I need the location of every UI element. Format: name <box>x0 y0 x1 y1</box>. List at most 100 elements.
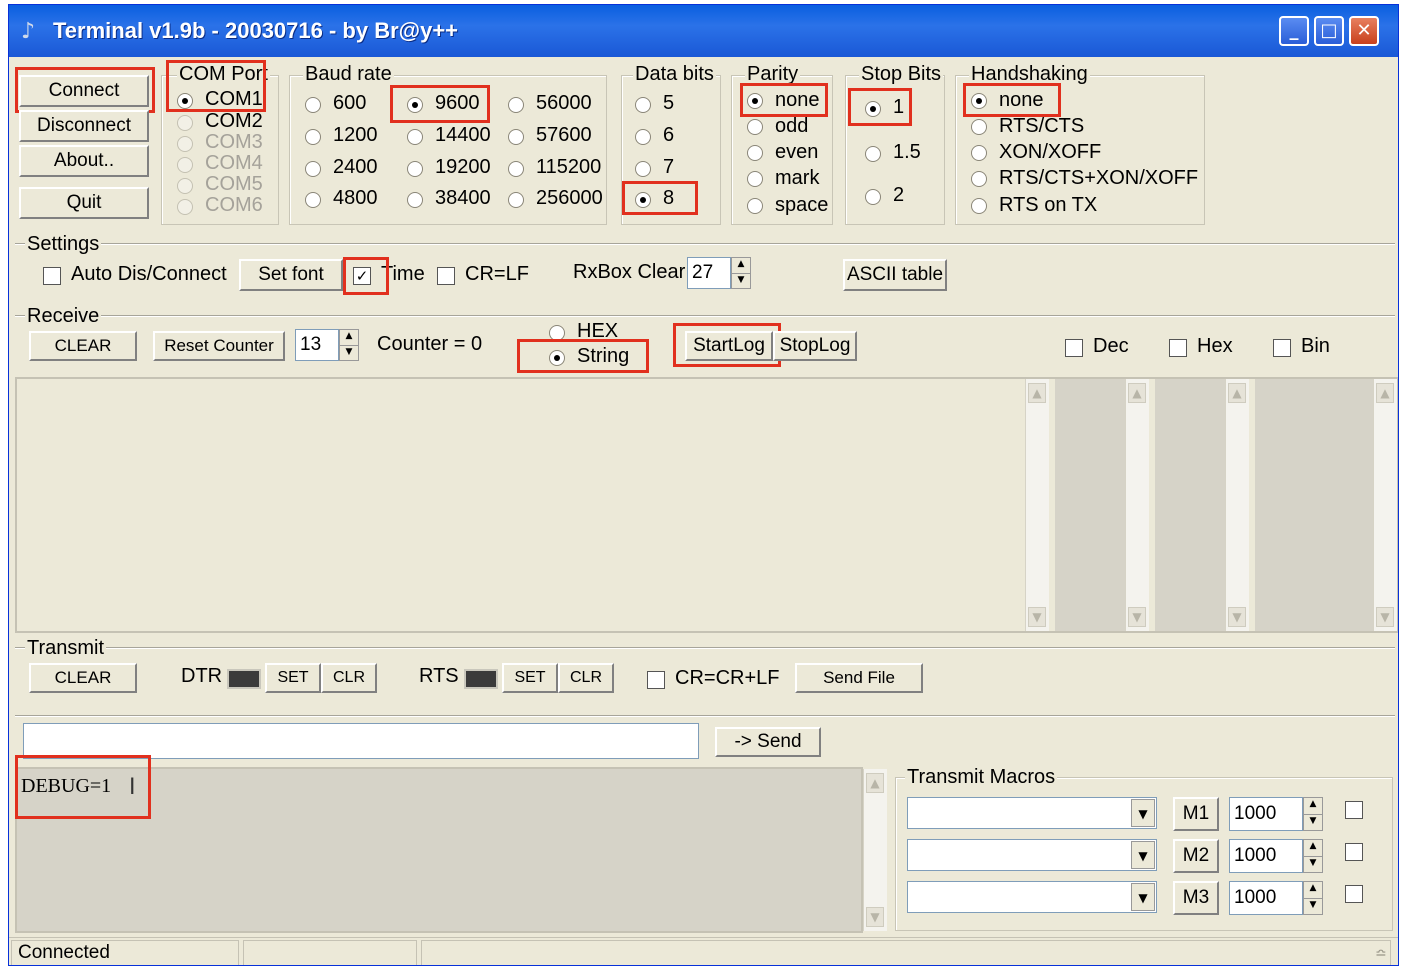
parity-even-radio[interactable] <box>747 145 763 161</box>
scroll-up-icon[interactable]: ▲ <box>1128 383 1146 403</box>
title-bar[interactable]: ♪ Terminal v1.9b - 20030716 - by Br@y++ … <box>9 5 1398 57</box>
data-bits-7-label: 7 <box>663 156 675 178</box>
maximize-icon[interactable]: □ <box>1314 16 1344 46</box>
stop-log-button[interactable]: StopLog <box>773 331 857 361</box>
macro-3-interval[interactable]: 1000 <box>1229 881 1303 915</box>
hex-scrollbar[interactable]: ▲ ▼ <box>1225 379 1249 631</box>
dropdown-arrow-icon[interactable]: ▼ <box>1131 799 1155 827</box>
dropdown-arrow-icon[interactable]: ▼ <box>1131 841 1155 869</box>
baud-38400-radio[interactable] <box>407 192 423 208</box>
dtr-set-button[interactable]: SET <box>265 663 321 693</box>
baud-19200-radio[interactable] <box>407 161 423 177</box>
scroll-down-icon[interactable]: ▼ <box>1228 607 1246 627</box>
baud-256000-radio[interactable] <box>508 192 524 208</box>
bin-text-area[interactable] <box>1255 379 1373 631</box>
auto-dis-connect-checkbox[interactable] <box>43 267 61 285</box>
macro-3-checkbox[interactable] <box>1345 885 1363 903</box>
macro-2-spinner[interactable]: ▲ ▼ <box>1303 839 1323 873</box>
cr-lf-checkbox[interactable] <box>437 267 455 285</box>
baud-14400-radio[interactable] <box>407 129 423 145</box>
counter-spinner[interactable]: ▲ ▼ <box>339 329 359 361</box>
dec-label: Dec <box>1093 335 1129 357</box>
macro-2-checkbox[interactable] <box>1345 843 1363 861</box>
transmit-scrollbar[interactable]: ▲ ▼ <box>863 769 887 931</box>
macro-1-interval[interactable]: 1000 <box>1229 797 1303 831</box>
data-bits-5-radio[interactable] <box>635 97 651 113</box>
baud-600-radio[interactable] <box>305 97 321 113</box>
rts-set-button[interactable]: SET <box>502 663 558 693</box>
receive-clear-button[interactable]: CLEAR <box>29 331 137 361</box>
macro-1-combo[interactable]: ▼ <box>907 797 1157 829</box>
ascii-table-button[interactable]: ASCII table <box>843 259 947 291</box>
macro-2-combo[interactable]: ▼ <box>907 839 1157 871</box>
resize-grip-icon[interactable]: ≏ <box>1375 946 1387 962</box>
baud-4800-radio[interactable] <box>305 192 321 208</box>
close-icon[interactable]: ✕ <box>1349 16 1379 46</box>
parity-odd-radio[interactable] <box>747 119 763 135</box>
baud-115200-radio[interactable] <box>508 161 524 177</box>
macro-1-spinner[interactable]: ▲ ▼ <box>1303 797 1323 831</box>
scroll-up-icon[interactable]: ▲ <box>1028 383 1046 403</box>
handshake-rtscts-radio[interactable] <box>971 119 987 135</box>
scroll-down-icon[interactable]: ▼ <box>1376 607 1394 627</box>
scroll-up-icon[interactable]: ▲ <box>1376 383 1394 403</box>
dec-checkbox[interactable] <box>1065 339 1083 357</box>
handshake-both-radio[interactable] <box>971 171 987 187</box>
rxbox-clear-spinner[interactable]: ▲ ▼ <box>731 257 751 289</box>
macro-2-button[interactable]: M2 <box>1173 839 1219 873</box>
dec-text-area[interactable] <box>1055 379 1125 631</box>
hex-text-area[interactable] <box>1155 379 1225 631</box>
terminal-window: ♪ Terminal v1.9b - 20030716 - by Br@y++ … <box>8 4 1399 966</box>
baud-256000-label: 256000 <box>536 187 603 209</box>
baud-56000-radio[interactable] <box>508 97 524 113</box>
scroll-down-icon[interactable]: ▼ <box>1028 607 1046 627</box>
com2-radio[interactable] <box>177 115 193 131</box>
data-bits-6-radio[interactable] <box>635 129 651 145</box>
stop-bits-1-5-radio[interactable] <box>865 146 881 162</box>
rxbox-clear-input[interactable]: 27 <box>687 257 731 289</box>
minimize-icon[interactable]: _ <box>1279 16 1309 46</box>
hex-checkbox[interactable] <box>1169 339 1187 357</box>
stop-bits-2-radio[interactable] <box>865 189 881 205</box>
macro-1-checkbox[interactable] <box>1345 801 1363 819</box>
macro-3-spinner[interactable]: ▲ ▼ <box>1303 881 1323 915</box>
parity-mark-radio[interactable] <box>747 171 763 187</box>
macro-3-combo[interactable]: ▼ <box>907 881 1157 913</box>
bin-checkbox[interactable] <box>1273 339 1291 357</box>
disconnect-button[interactable]: Disconnect <box>19 110 149 142</box>
macro-2-interval[interactable]: 1000 <box>1229 839 1303 873</box>
counter-spin-input[interactable]: 13 <box>295 329 339 361</box>
parity-space-radio[interactable] <box>747 198 763 214</box>
transmit-input[interactable] <box>23 723 699 759</box>
quit-button[interactable]: Quit <box>19 187 149 219</box>
receive-panel: ▲ ▼ ▲ ▼ ▲ ▼ ▲ ▼ <box>15 377 1398 633</box>
macro-3-button[interactable]: M3 <box>1173 881 1219 915</box>
cr-crlf-checkbox[interactable] <box>647 671 665 689</box>
scroll-up-icon[interactable]: ▲ <box>866 773 884 793</box>
baud-57600-radio[interactable] <box>508 129 524 145</box>
data-bits-7-radio[interactable] <box>635 161 651 177</box>
receive-scrollbar[interactable]: ▲ ▼ <box>1025 379 1049 631</box>
set-font-button[interactable]: Set font <box>239 259 343 291</box>
dtr-clr-button[interactable]: CLR <box>321 663 377 693</box>
dropdown-arrow-icon[interactable]: ▼ <box>1131 883 1155 911</box>
send-file-button[interactable]: Send File <box>795 663 923 693</box>
bin-scrollbar[interactable]: ▲ ▼ <box>1373 379 1397 631</box>
send-button[interactable]: -> Send <box>715 727 821 757</box>
scroll-down-icon[interactable]: ▼ <box>1128 607 1146 627</box>
scroll-up-icon[interactable]: ▲ <box>1228 383 1246 403</box>
dec-scrollbar[interactable]: ▲ ▼ <box>1125 379 1149 631</box>
scroll-down-icon[interactable]: ▼ <box>866 907 884 927</box>
baud-9600-highlight <box>390 85 490 123</box>
about-button[interactable]: About.. <box>19 145 149 177</box>
macro-1-button[interactable]: M1 <box>1173 797 1219 831</box>
rts-clr-button[interactable]: CLR <box>558 663 614 693</box>
receive-text-area[interactable] <box>17 379 1025 631</box>
baud-2400-radio[interactable] <box>305 161 321 177</box>
baud-1200-radio[interactable] <box>305 129 321 145</box>
window-title: Terminal v1.9b - 20030716 - by Br@y++ <box>53 18 459 43</box>
handshake-xonxoff-radio[interactable] <box>971 145 987 161</box>
reset-counter-button[interactable]: Reset Counter <box>153 331 285 361</box>
transmit-clear-button[interactable]: CLEAR <box>29 663 137 693</box>
handshake-rts-on-tx-radio[interactable] <box>971 198 987 214</box>
